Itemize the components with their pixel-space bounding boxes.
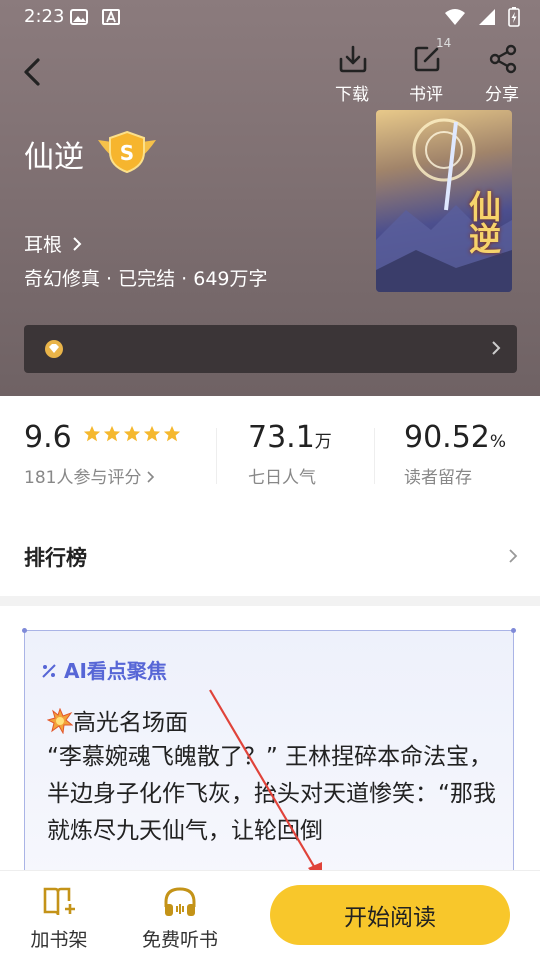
share-button[interactable]: 分享 — [472, 44, 532, 105]
ranking-row[interactable]: 排行榜 — [0, 524, 540, 590]
book-cover[interactable]: 仙逆 — [376, 110, 512, 292]
vip-banner[interactable] — [24, 325, 517, 373]
rating-stars — [83, 425, 181, 443]
book-title: 仙逆 — [24, 140, 84, 175]
retention-unit: % — [489, 432, 507, 452]
ai-focus-heading-text: 高光名场面 — [73, 710, 188, 736]
selection-handle — [22, 628, 27, 633]
review-button[interactable]: 14 书评 — [396, 36, 456, 105]
ai-focus-heading: 高光名场面 — [46, 703, 188, 737]
share-icon — [489, 44, 517, 74]
start-reading-button[interactable]: 开始阅读 — [270, 885, 510, 945]
add-book-icon — [43, 887, 75, 916]
wifi-icon — [445, 9, 465, 25]
font-icon — [102, 9, 120, 25]
review-count: 14 — [436, 36, 452, 50]
ai-focus-title: AI看点聚焦 — [41, 655, 167, 684]
rating-sub: 181人参与评分 — [24, 463, 181, 488]
bottom-bar: 加书架 免费听书 开始阅读 — [0, 870, 540, 960]
chevron-right-icon — [492, 341, 501, 355]
rating-value: 9.6 — [24, 420, 72, 455]
download-icon — [339, 45, 367, 73]
book-meta: 奇幻修真 · 已完结 · 649万字 — [24, 268, 268, 290]
chevron-right-icon — [509, 549, 518, 563]
popularity-stat: 73.1万 七日人气 — [248, 420, 332, 488]
star-icon — [143, 425, 160, 442]
ranking-label: 排行榜 — [24, 546, 87, 570]
add-bookshelf-label: 加书架 — [30, 929, 88, 951]
status-bar: 2:23 — [0, 0, 540, 36]
popularity-value: 73.1 — [248, 420, 315, 455]
author-name: 耳根 — [24, 234, 63, 256]
star-icon — [163, 425, 180, 442]
retention-value: 90.52 — [404, 420, 490, 455]
rating-stat[interactable]: 9.6 181人参与评分 — [24, 420, 181, 488]
listen-button[interactable]: 免费听书 — [134, 885, 226, 952]
popularity-unit: 万 — [314, 432, 332, 452]
explosion-icon — [46, 707, 74, 735]
review-label: 书评 — [409, 85, 443, 105]
listen-label: 免费听书 — [141, 929, 218, 951]
star-icon — [83, 425, 100, 442]
share-label: 分享 — [485, 85, 519, 105]
chevron-right-icon — [73, 236, 82, 251]
ai-focus-card[interactable]: AI看点聚焦 高光名场面 “李慕婉魂飞魄散了？” 王林捏碎本命法宝，半边身子化作… — [22, 628, 516, 880]
chevron-right-icon — [147, 471, 154, 483]
section-gap — [0, 596, 540, 606]
badge-letter: S — [120, 141, 134, 165]
selection-handle — [511, 628, 516, 633]
back-button[interactable] — [16, 54, 52, 90]
retention-sub: 读者留存 — [404, 468, 472, 488]
star-icon — [123, 425, 140, 442]
signal-icon — [479, 9, 495, 25]
add-bookshelf-button[interactable]: 加书架 — [24, 885, 94, 952]
ai-section: AI看点聚焦 高光名场面 “李慕婉魂飞魄散了？” 王林捏碎本命法宝，半边身子化作… — [0, 606, 540, 880]
divider — [374, 428, 375, 484]
s-rank-badge: S — [98, 130, 156, 174]
vip-diamond-icon — [45, 340, 63, 358]
cover-title: 仙逆 — [464, 190, 502, 254]
status-time: 2:23 — [24, 6, 65, 27]
headphones-icon — [164, 887, 196, 916]
star-icon — [103, 425, 120, 442]
ai-focus-title-text: AI看点聚焦 — [63, 659, 167, 683]
rating-count: 181人参与评分 — [24, 468, 142, 488]
divider — [216, 428, 217, 484]
author-link[interactable]: 耳根 — [24, 230, 82, 257]
retention-stat: 90.52% 读者留存 — [404, 420, 506, 488]
download-label: 下载 — [335, 85, 369, 105]
ai-sparkle-icon — [42, 664, 56, 678]
ai-focus-body: “李慕婉魂飞魄散了？” 王林捏碎本命法宝，半边身子化作飞灰，抬头对天道惨笑：“那… — [47, 744, 496, 844]
popularity-sub: 七日人气 — [248, 468, 316, 488]
gallery-icon — [70, 9, 88, 25]
battery-icon — [508, 7, 520, 27]
download-button[interactable]: 下载 — [322, 44, 382, 105]
